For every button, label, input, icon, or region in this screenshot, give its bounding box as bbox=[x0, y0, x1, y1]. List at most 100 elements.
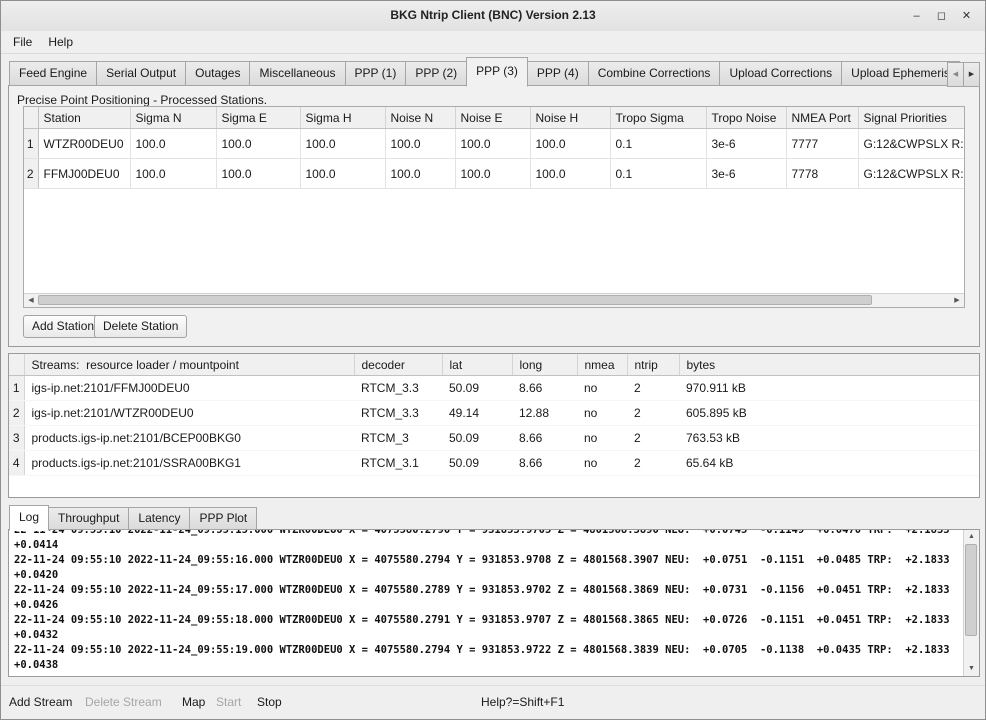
sigma-h-cell[interactable]: 100.0 bbox=[300, 159, 385, 189]
close-icon[interactable]: ✕ bbox=[958, 8, 975, 25]
sigma-n-cell[interactable]: 100.0 bbox=[130, 129, 216, 159]
col-header-nmea-port[interactable]: NMEA Port bbox=[786, 107, 858, 129]
stream-row[interactable]: 2 igs-ip.net:2101/WTZR00DEU0 RTCM_3.3 49… bbox=[9, 401, 979, 426]
tropo-noise-cell[interactable]: 3e-6 bbox=[706, 129, 786, 159]
stations-horizontal-scrollbar[interactable]: ◀ ▶ bbox=[24, 293, 964, 307]
col-header-long[interactable]: long bbox=[512, 354, 577, 376]
stream-row[interactable]: 3 products.igs-ip.net:2101/BCEP00BKG0 RT… bbox=[9, 426, 979, 451]
noise-n-cell[interactable]: 100.0 bbox=[385, 159, 455, 189]
tab-scroll-left-icon[interactable]: ◀ bbox=[947, 62, 964, 87]
tab-combine-corrections[interactable]: Combine Corrections bbox=[588, 61, 721, 86]
tab-outages[interactable]: Outages bbox=[185, 61, 250, 86]
bytes-cell[interactable]: 763.53 kB bbox=[679, 426, 979, 451]
decoder-cell[interactable]: RTCM_3.1 bbox=[354, 451, 442, 476]
long-cell[interactable]: 8.66 bbox=[512, 376, 577, 401]
ntrip-cell[interactable]: 2 bbox=[627, 376, 679, 401]
ntrip-cell[interactable]: 2 bbox=[627, 401, 679, 426]
col-header-sigma-h[interactable]: Sigma H bbox=[300, 107, 385, 129]
scroll-left-icon[interactable]: ◀ bbox=[25, 295, 37, 306]
decoder-cell[interactable]: RTCM_3.3 bbox=[354, 401, 442, 426]
menu-help[interactable]: Help bbox=[40, 33, 81, 51]
nmea-port-cell[interactable]: 7778 bbox=[786, 159, 858, 189]
scroll-up-icon[interactable]: ▲ bbox=[965, 531, 978, 543]
lat-cell[interactable]: 50.09 bbox=[442, 451, 512, 476]
lat-cell[interactable]: 49.14 bbox=[442, 401, 512, 426]
decoder-cell[interactable]: RTCM_3.3 bbox=[354, 376, 442, 401]
tab-upload-ephemeris[interactable]: Upload Ephemeris bbox=[841, 61, 960, 86]
station-cell[interactable]: WTZR00DEU0 bbox=[38, 129, 130, 159]
tropo-sigma-cell[interactable]: 0.1 bbox=[610, 129, 706, 159]
scroll-right-icon[interactable]: ▶ bbox=[951, 295, 963, 306]
col-header-tropo-noise[interactable]: Tropo Noise bbox=[706, 107, 786, 129]
col-header-signal-priorities[interactable]: Signal Priorities bbox=[858, 107, 964, 129]
tropo-sigma-cell[interactable]: 0.1 bbox=[610, 159, 706, 189]
tropo-noise-cell[interactable]: 3e-6 bbox=[706, 159, 786, 189]
decoder-cell[interactable]: RTCM_3 bbox=[354, 426, 442, 451]
tab-miscellaneous[interactable]: Miscellaneous bbox=[249, 61, 345, 86]
sigma-h-cell[interactable]: 100.0 bbox=[300, 129, 385, 159]
noise-e-cell[interactable]: 100.0 bbox=[455, 129, 530, 159]
mountpoint-cell[interactable]: igs-ip.net:2101/WTZR00DEU0 bbox=[24, 401, 354, 426]
noise-n-cell[interactable]: 100.0 bbox=[385, 129, 455, 159]
tab-ppp-plot[interactable]: PPP Plot bbox=[189, 507, 257, 530]
vertical-scroll-thumb[interactable] bbox=[965, 544, 977, 636]
nmea-cell[interactable]: no bbox=[577, 376, 627, 401]
stream-row[interactable]: 1 igs-ip.net:2101/FFMJ00DEU0 RTCM_3.3 50… bbox=[9, 376, 979, 401]
nmea-cell[interactable]: no bbox=[577, 426, 627, 451]
menu-file[interactable]: File bbox=[5, 33, 40, 51]
log-vertical-scrollbar[interactable]: ▲ ▼ bbox=[963, 530, 979, 676]
noise-e-cell[interactable]: 100.0 bbox=[455, 159, 530, 189]
bytes-cell[interactable]: 65.64 kB bbox=[679, 451, 979, 476]
tab-upload-corrections[interactable]: Upload Corrections bbox=[719, 61, 842, 86]
noise-h-cell[interactable]: 100.0 bbox=[530, 159, 610, 189]
nmea-cell[interactable]: no bbox=[577, 451, 627, 476]
station-row[interactable]: 1 WTZR00DEU0 100.0 100.0 100.0 100.0 100… bbox=[24, 129, 964, 159]
tab-scroll-right-icon[interactable]: ▶ bbox=[963, 62, 980, 87]
add-stream-button[interactable]: Add Stream bbox=[9, 695, 72, 709]
nmea-port-cell[interactable]: 7777 bbox=[786, 129, 858, 159]
col-header-station[interactable]: Station bbox=[38, 107, 130, 129]
tab-ppp-2[interactable]: PPP (2) bbox=[405, 61, 467, 86]
tab-log[interactable]: Log bbox=[9, 505, 49, 531]
long-cell[interactable]: 8.66 bbox=[512, 451, 577, 476]
col-header-tropo-sigma[interactable]: Tropo Sigma bbox=[610, 107, 706, 129]
sigma-e-cell[interactable]: 100.0 bbox=[216, 159, 300, 189]
col-header-noise-n[interactable]: Noise N bbox=[385, 107, 455, 129]
stop-button[interactable]: Stop bbox=[257, 695, 282, 709]
sigma-n-cell[interactable]: 100.0 bbox=[130, 159, 216, 189]
col-header-noise-e[interactable]: Noise E bbox=[455, 107, 530, 129]
mountpoint-cell[interactable]: products.igs-ip.net:2101/BCEP00BKG0 bbox=[24, 426, 354, 451]
tab-ppp-1[interactable]: PPP (1) bbox=[345, 61, 407, 86]
col-header-nmea[interactable]: nmea bbox=[577, 354, 627, 376]
delete-station-button[interactable]: Delete Station bbox=[94, 315, 187, 338]
minimize-icon[interactable]: – bbox=[908, 8, 925, 25]
lat-cell[interactable]: 50.09 bbox=[442, 426, 512, 451]
bytes-cell[interactable]: 970.911 kB bbox=[679, 376, 979, 401]
col-header-sigma-n[interactable]: Sigma N bbox=[130, 107, 216, 129]
tab-throughput[interactable]: Throughput bbox=[48, 507, 129, 530]
tab-serial-output[interactable]: Serial Output bbox=[96, 61, 186, 86]
tab-feed-engine[interactable]: Feed Engine bbox=[9, 61, 97, 86]
scroll-down-icon[interactable]: ▼ bbox=[965, 663, 978, 675]
sigma-e-cell[interactable]: 100.0 bbox=[216, 129, 300, 159]
col-header-mountpoint[interactable]: Streams: resource loader / mountpoint bbox=[24, 354, 354, 376]
col-header-ntrip[interactable]: ntrip bbox=[627, 354, 679, 376]
col-header-decoder[interactable]: decoder bbox=[354, 354, 442, 376]
tab-latency[interactable]: Latency bbox=[128, 507, 190, 530]
ntrip-cell[interactable]: 2 bbox=[627, 451, 679, 476]
col-header-lat[interactable]: lat bbox=[442, 354, 512, 376]
maximize-icon[interactable]: ◻ bbox=[933, 8, 950, 25]
col-header-sigma-e[interactable]: Sigma E bbox=[216, 107, 300, 129]
horizontal-scroll-thumb[interactable] bbox=[38, 295, 872, 305]
signal-priorities-cell[interactable]: G:12&CWPSLX R:12 bbox=[858, 129, 964, 159]
long-cell[interactable]: 12.88 bbox=[512, 401, 577, 426]
mountpoint-cell[interactable]: igs-ip.net:2101/FFMJ00DEU0 bbox=[24, 376, 354, 401]
col-header-noise-h[interactable]: Noise H bbox=[530, 107, 610, 129]
add-station-button[interactable]: Add Station bbox=[23, 315, 103, 338]
map-button[interactable]: Map bbox=[182, 695, 205, 709]
bytes-cell[interactable]: 605.895 kB bbox=[679, 401, 979, 426]
lat-cell[interactable]: 50.09 bbox=[442, 376, 512, 401]
station-cell[interactable]: FFMJ00DEU0 bbox=[38, 159, 130, 189]
nmea-cell[interactable]: no bbox=[577, 401, 627, 426]
mountpoint-cell[interactable]: products.igs-ip.net:2101/SSRA00BKG1 bbox=[24, 451, 354, 476]
